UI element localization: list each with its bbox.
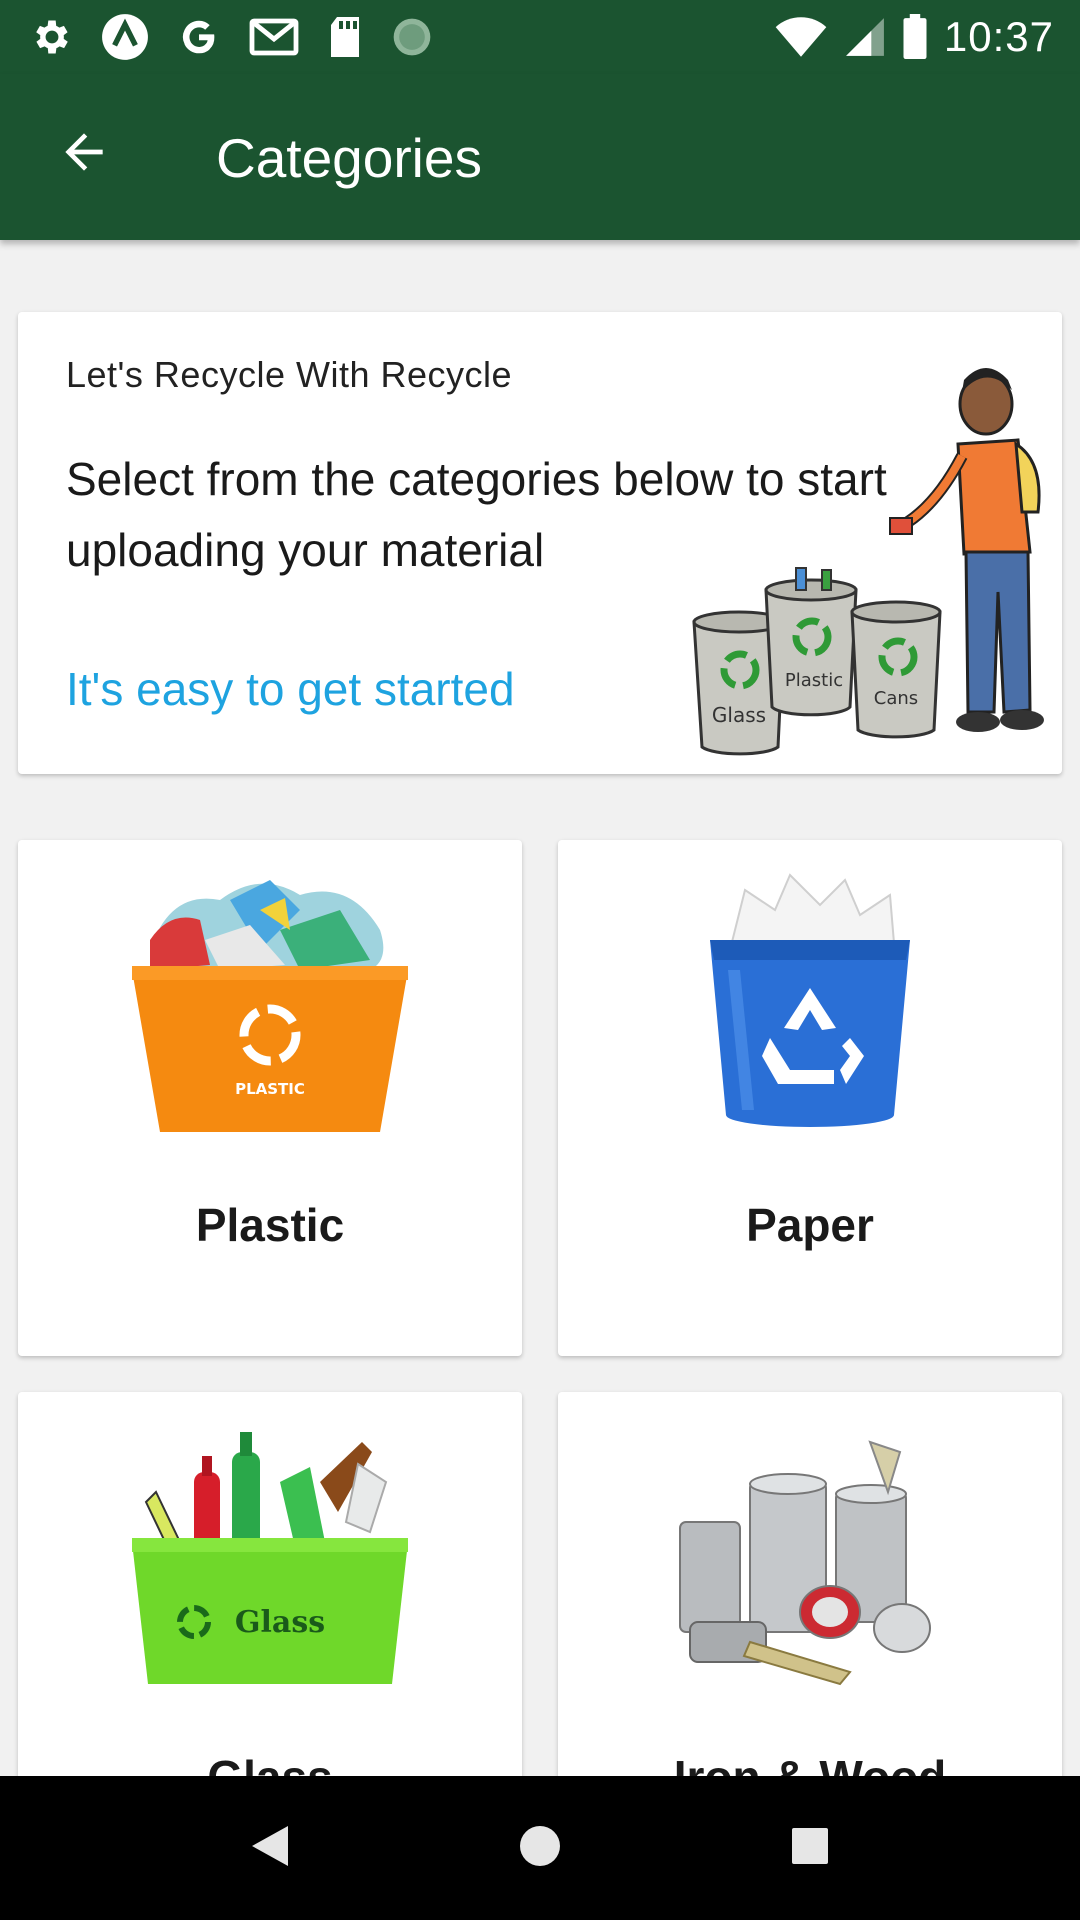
paper-bin-image	[710, 873, 910, 1127]
battery-icon	[902, 14, 928, 60]
page-title: Categories	[216, 127, 482, 189]
recycler-illustration: Glass Plastic Cans	[692, 368, 1044, 756]
back-button[interactable]	[44, 114, 124, 194]
gmail-icon	[248, 14, 300, 60]
status-left-icons	[30, 10, 434, 64]
google-icon	[176, 14, 222, 60]
intro-heading: Let's Recycle With Recycle	[66, 354, 513, 395]
gear-icon	[30, 15, 74, 59]
status-bar: 10:37	[0, 0, 1080, 74]
category-label-plastic: Plastic	[195, 1199, 345, 1251]
home-circle-icon	[518, 1824, 562, 1873]
category-card-plastic[interactable]: PLASTIC Plastic	[18, 840, 522, 1356]
arrow-left-icon	[56, 124, 112, 185]
cans-bin: Cans	[850, 600, 942, 739]
intro-card: Let's Recycle With Recycle Select from t…	[18, 312, 1062, 774]
nav-recents-button[interactable]	[770, 1808, 850, 1888]
system-nav-bar	[0, 1776, 1080, 1920]
get-started-link[interactable]: It's easy to get started	[66, 662, 515, 716]
plastic-bin-image: PLASTIC	[132, 880, 408, 1132]
nav-back-button[interactable]	[230, 1808, 310, 1888]
loading-icon	[390, 15, 434, 59]
sd-card-icon	[326, 15, 364, 59]
nav-arrow-icon	[100, 12, 150, 62]
cans-bin-label: Cans	[874, 688, 918, 709]
plastic-bin: Plastic	[764, 567, 858, 717]
app-bar: Categories	[0, 74, 1080, 240]
glass-bin-image: Glass	[132, 1432, 408, 1684]
glass-bin-label: Glass	[712, 703, 766, 727]
glass-bin-text: Glass	[235, 1605, 325, 1640]
back-triangle-icon	[248, 1822, 292, 1875]
category-card-paper[interactable]: Paper	[558, 840, 1062, 1356]
recents-square-icon	[790, 1826, 830, 1871]
category-label-paper: Paper	[746, 1199, 874, 1251]
nav-home-button[interactable]	[500, 1808, 580, 1888]
status-right-icons: 10:37	[774, 10, 1054, 64]
signal-icon	[844, 15, 886, 59]
plastic-bin-label: Plastic	[785, 670, 843, 691]
wifi-icon	[774, 15, 828, 59]
cans-pile-image	[679, 1440, 931, 1686]
plastic-bin-text: PLASTIC	[235, 1080, 305, 1098]
status-time: 10:37	[943, 13, 1054, 60]
